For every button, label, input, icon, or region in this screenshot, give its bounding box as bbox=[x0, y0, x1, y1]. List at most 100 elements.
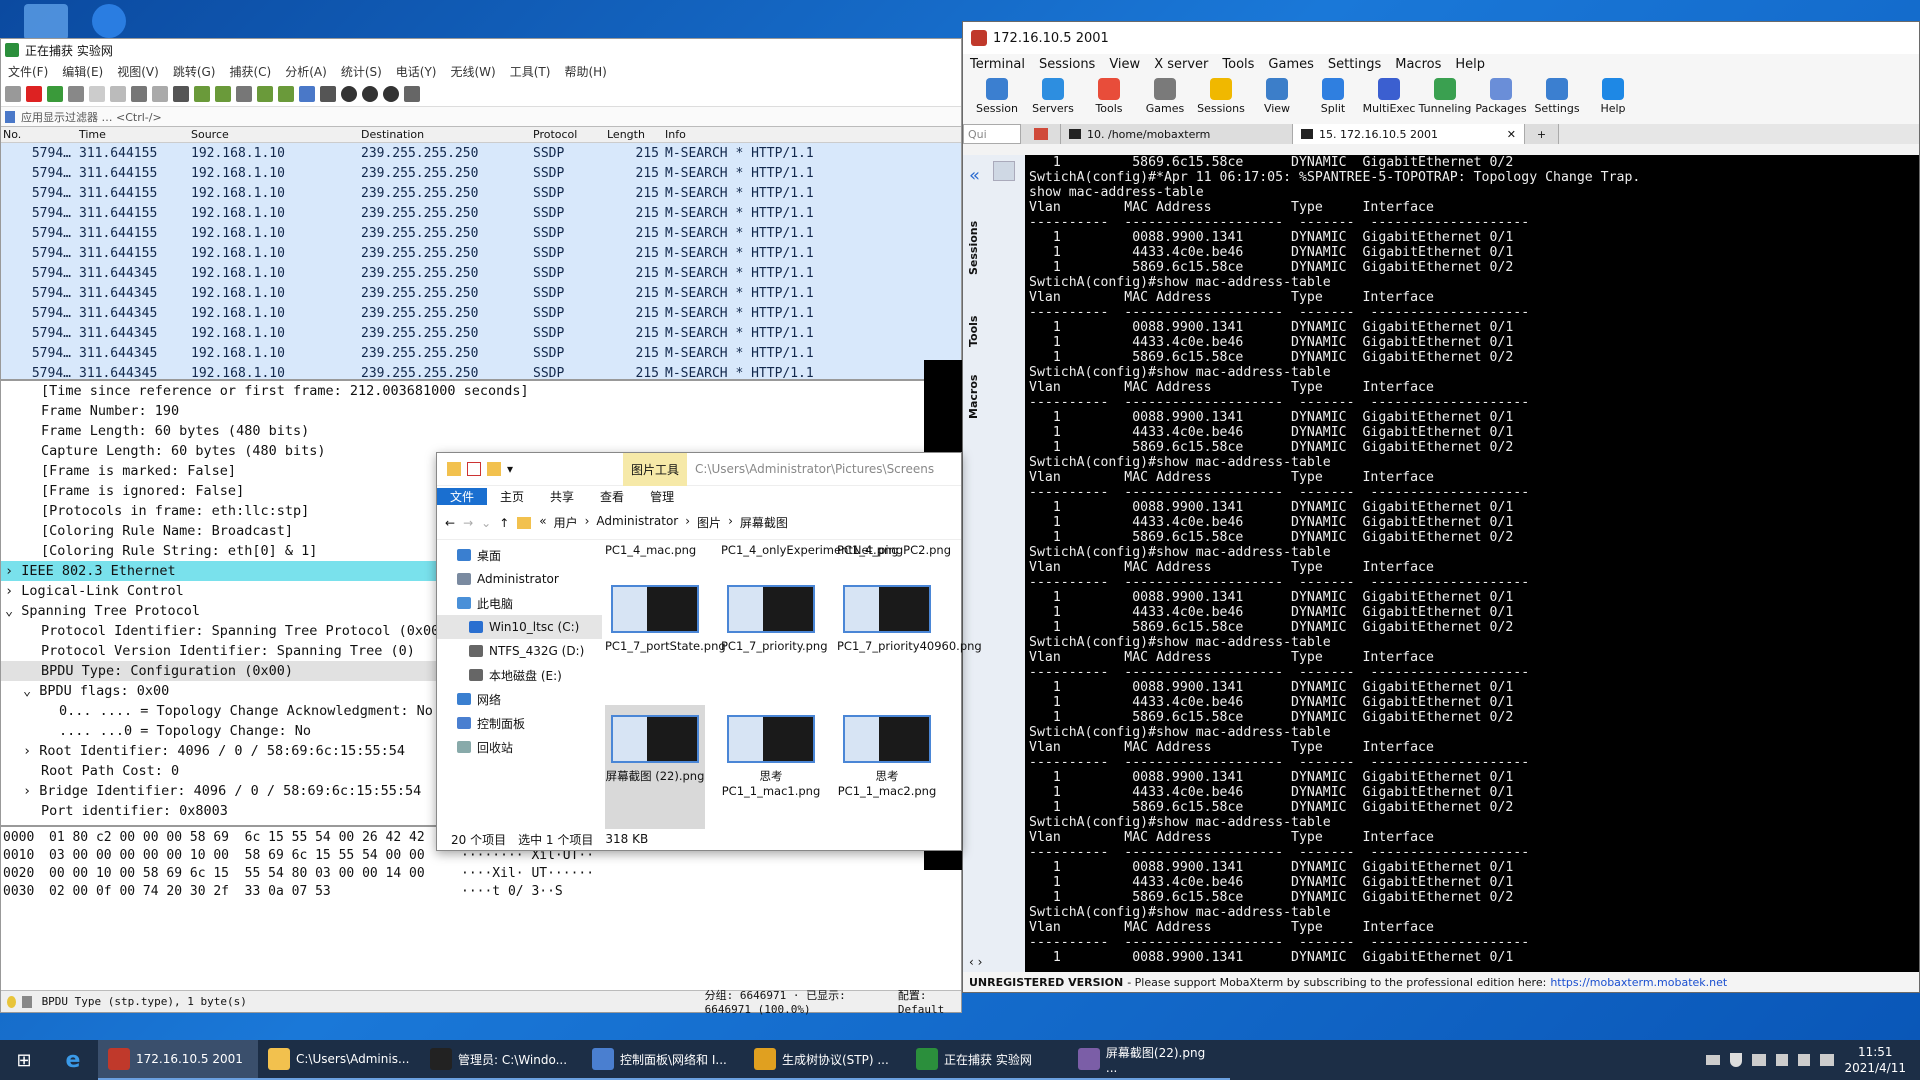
file-item[interactable]: PC1_7_priority40960.png bbox=[837, 575, 982, 699]
bytes-line[interactable]: 0020 00 00 10 00 58 69 6c 15 55 54 80 03 … bbox=[1, 865, 961, 883]
breadcrumb-part[interactable]: 屏幕截图 bbox=[740, 514, 788, 531]
ribbon-tab[interactable]: 文件 bbox=[437, 487, 488, 505]
detail-line[interactable]: Frame Number: 190 bbox=[1, 401, 961, 421]
toolbar-button-multiexec[interactable]: MultiExec bbox=[1361, 74, 1417, 115]
tab-home-mobaxterm[interactable]: 10. /home/mobaxterm bbox=[1061, 124, 1293, 144]
desktop-shield-app-icon[interactable] bbox=[92, 4, 126, 38]
toolbar-button-help[interactable]: Help bbox=[1585, 74, 1641, 115]
wireshark-menu-item[interactable]: 文件(F) bbox=[1, 63, 55, 80]
mobaxterm-link[interactable]: https://mobaxterm.mobatek.net bbox=[1550, 976, 1727, 989]
packet-row[interactable]: 5794… 311.644155 192.168.1.10 239.255.255.2… bbox=[1, 223, 961, 243]
display-tray-icon[interactable] bbox=[1798, 1054, 1811, 1066]
find-packet-icon[interactable] bbox=[173, 85, 189, 102]
resize-columns-icon[interactable] bbox=[404, 85, 420, 102]
forward-arrow-icon[interactable]: → bbox=[463, 516, 473, 530]
wireshark-menu-item[interactable]: 分析(A) bbox=[278, 63, 334, 80]
file-item[interactable]: 思考 PC1_1_mac1.png bbox=[721, 705, 821, 829]
breadcrumb-part[interactable]: 用户 bbox=[554, 514, 578, 531]
sidebar-tab-sessions[interactable]: Sessions bbox=[967, 221, 980, 275]
column-header[interactable]: Info bbox=[659, 128, 686, 141]
security-shield-icon[interactable] bbox=[1730, 1053, 1743, 1067]
moba-menu-item[interactable]: Macros bbox=[1388, 57, 1448, 72]
bookmark-icon[interactable] bbox=[5, 110, 15, 123]
first-packet-icon[interactable] bbox=[257, 85, 273, 102]
taskbar-item[interactable]: 生成树协议(STP) ... bbox=[744, 1040, 906, 1080]
picture-tools-tab[interactable]: 图片工具 bbox=[623, 452, 688, 486]
status-profile[interactable]: 配置: Default bbox=[898, 987, 961, 1016]
volume-icon[interactable] bbox=[1820, 1054, 1835, 1066]
breadcrumb[interactable]: « 用户 › Administrator › 图片 › 屏幕截图 bbox=[539, 514, 788, 531]
file-item[interactable]: PC1_7_priority.png bbox=[721, 575, 828, 699]
quick-connect-input[interactable]: Qui bbox=[963, 124, 1021, 144]
sidebar-scroll-arrows[interactable]: ‹ › bbox=[969, 955, 982, 969]
new-tab-button[interactable]: + bbox=[1525, 124, 1559, 144]
breadcrumb-part[interactable]: Administrator bbox=[596, 514, 678, 531]
moba-menu-item[interactable]: X server bbox=[1147, 57, 1215, 72]
packet-row[interactable]: 5794… 311.644345 192.168.1.10 239.255.255.2… bbox=[1, 363, 961, 379]
packet-row[interactable]: 5794… 311.644345 192.168.1.10 239.255.255.2… bbox=[1, 343, 961, 363]
display-filter-input[interactable]: 应用显示过滤器 … <Ctrl-/> bbox=[1, 107, 961, 127]
edge-browser-icon[interactable]: e bbox=[48, 1040, 98, 1080]
nav-item[interactable]: 此电脑 bbox=[437, 591, 602, 615]
nav-item[interactable]: 本地磁盘 (E:) bbox=[437, 663, 602, 687]
recent-dropdown-icon[interactable]: ⌄ bbox=[481, 516, 491, 530]
taskbar-item[interactable]: 正在捕获 实验网 bbox=[906, 1040, 1068, 1080]
wireshark-menu-item[interactable]: 统计(S) bbox=[334, 63, 389, 80]
toolbar-button-packages[interactable]: Packages bbox=[1473, 74, 1529, 115]
wireshark-menu-item[interactable]: 帮助(H) bbox=[557, 63, 613, 80]
open-file-icon[interactable] bbox=[89, 85, 105, 102]
packet-row[interactable]: 5794… 311.644345 192.168.1.10 239.255.255.2… bbox=[1, 323, 961, 343]
nav-item[interactable]: 桌面 bbox=[437, 543, 602, 567]
file-item[interactable]: 思考 PC1_1_mac2.png bbox=[837, 705, 937, 829]
toolbar-button-view[interactable]: View bbox=[1249, 74, 1305, 115]
detail-line[interactable]: Frame Length: 60 bytes (480 bits) bbox=[1, 421, 961, 441]
wireshark-menu-item[interactable]: 编辑(E) bbox=[55, 63, 110, 80]
nav-item[interactable]: Administrator bbox=[437, 567, 602, 591]
sidebar-tab-tools[interactable]: Tools bbox=[967, 316, 980, 347]
app-tray-icon[interactable] bbox=[1776, 1054, 1789, 1066]
moba-menu-item[interactable]: Games bbox=[1261, 57, 1320, 72]
file-item[interactable]: PC1_4_onlyExperimentNet.png bbox=[721, 543, 899, 558]
file-item[interactable]: 屏幕截图 (22).png bbox=[605, 705, 705, 829]
sidebar-tab-macros[interactable]: Macros bbox=[967, 375, 980, 419]
restart-capture-icon[interactable] bbox=[47, 85, 63, 102]
zoom-in-icon[interactable] bbox=[341, 85, 357, 102]
file-item[interactable]: PC1_4_mac.png bbox=[605, 543, 705, 558]
breadcrumb-part[interactable]: › bbox=[728, 514, 733, 531]
close-file-icon[interactable] bbox=[131, 85, 147, 102]
go-to-packet-icon[interactable] bbox=[236, 85, 252, 102]
file-item[interactable]: PC1_7_portState.png bbox=[605, 575, 726, 699]
start-windows-icon[interactable]: ⊞ bbox=[0, 1040, 48, 1080]
bytes-line[interactable]: 0030 02 00 0f 00 74 20 30 2f 33 0a 07 53 ·… bbox=[1, 883, 961, 901]
new-folder-icon[interactable] bbox=[487, 462, 501, 476]
nav-item[interactable]: Win10_ltsc (C:) bbox=[437, 615, 602, 639]
ribbon-tab[interactable]: 查看 bbox=[587, 488, 637, 505]
moba-menu-item[interactable]: Help bbox=[1448, 57, 1492, 72]
up-arrow-icon[interactable]: ↑ bbox=[499, 516, 509, 530]
collapse-sidebar-icon[interactable]: « bbox=[969, 165, 980, 186]
capture-options-icon[interactable] bbox=[68, 85, 84, 102]
save-file-icon[interactable] bbox=[110, 85, 126, 102]
column-header[interactable]: Time bbox=[71, 128, 183, 141]
nav-item[interactable]: NTFS_432G (D:) bbox=[437, 639, 602, 663]
home-tab[interactable] bbox=[1021, 124, 1061, 144]
edit-comment-icon[interactable] bbox=[22, 995, 32, 1008]
nav-item[interactable]: 网络 bbox=[437, 687, 602, 711]
moba-menu-item[interactable]: Sessions bbox=[1032, 57, 1102, 72]
stop-capture-icon[interactable] bbox=[26, 85, 42, 102]
breadcrumb-part[interactable]: « bbox=[539, 514, 546, 531]
taskbar-item[interactable]: C:\Users\Adminis... bbox=[258, 1040, 420, 1080]
desktop-computer-icon[interactable] bbox=[24, 4, 68, 40]
expert-info-icon[interactable] bbox=[7, 995, 17, 1008]
packet-row[interactable]: 5794… 311.644345 192.168.1.10 239.255.255.2… bbox=[1, 263, 961, 283]
moba-menu-item[interactable]: Tools bbox=[1215, 57, 1261, 72]
properties-icon[interactable] bbox=[467, 462, 481, 476]
keyboard-tray-icon[interactable] bbox=[1706, 1055, 1721, 1065]
taskbar-item[interactable]: 控制面板\网络和 I... bbox=[582, 1040, 744, 1080]
moba-menu-item[interactable]: Settings bbox=[1321, 57, 1388, 72]
start-capture-icon[interactable] bbox=[5, 85, 21, 102]
nav-item[interactable]: 控制面板 bbox=[437, 711, 602, 735]
network-tray-icon[interactable] bbox=[1752, 1054, 1767, 1066]
toolbar-button-session[interactable]: Session bbox=[969, 74, 1025, 115]
packet-row[interactable]: 5794… 311.644155 192.168.1.10 239.255.255.2… bbox=[1, 183, 961, 203]
